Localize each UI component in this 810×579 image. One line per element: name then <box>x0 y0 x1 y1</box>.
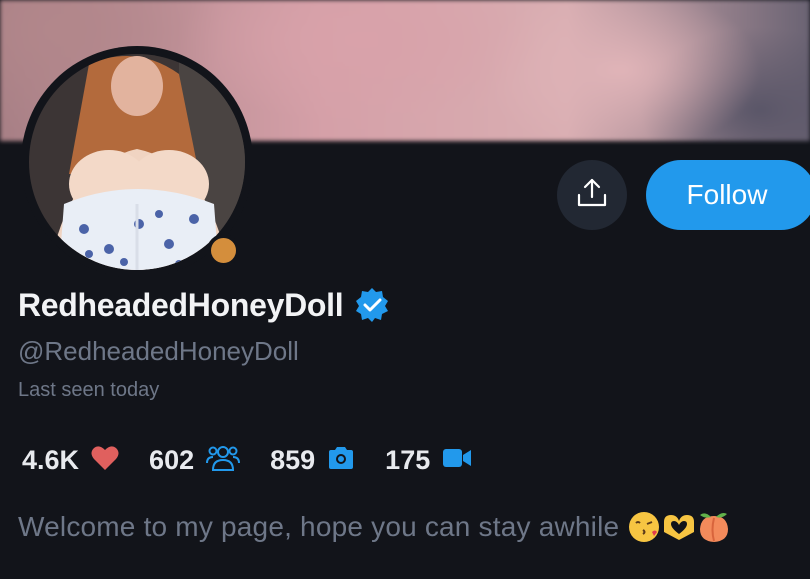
verified-badge-icon <box>353 286 391 324</box>
share-button[interactable] <box>557 160 627 230</box>
profile-bio: Welcome to my page, hope you can stay aw… <box>18 510 731 544</box>
profile-handle: @RedheadedHoneyDoll <box>18 336 299 366</box>
profile-name-row: RedheadedHoneyDoll <box>18 286 391 324</box>
bio-text: Welcome to my page, hope you can stay aw… <box>18 511 620 542</box>
stat-subscribers: 602 <box>149 443 241 478</box>
peach-emoji-icon <box>697 510 731 544</box>
stat-subscribers-value: 602 <box>149 445 195 475</box>
online-status-dot <box>207 234 240 267</box>
display-name: RedheadedHoneyDoll <box>18 286 344 323</box>
stat-likes: 4.6K <box>22 445 119 476</box>
share-upload-icon <box>575 176 609 215</box>
follow-button-label: Follow <box>686 179 768 210</box>
heart-hands-emoji-icon <box>661 512 697 542</box>
video-icon <box>442 447 472 474</box>
follow-button[interactable]: Follow <box>646 160 810 230</box>
stat-likes-value: 4.6K <box>22 445 80 475</box>
heart-icon <box>91 445 119 476</box>
stat-videos: 175 <box>385 445 472 476</box>
stat-videos-value: 175 <box>385 445 431 475</box>
last-seen-status: Last seen today <box>18 379 160 401</box>
stat-photos: 859 <box>270 445 355 476</box>
stat-photos-value: 859 <box>270 445 316 475</box>
profile-stats: 4.6K 602 859 175 <box>22 443 502 478</box>
kissing-face-emoji-icon <box>627 510 661 544</box>
camera-icon <box>327 446 355 475</box>
subscribers-icon <box>206 443 241 478</box>
